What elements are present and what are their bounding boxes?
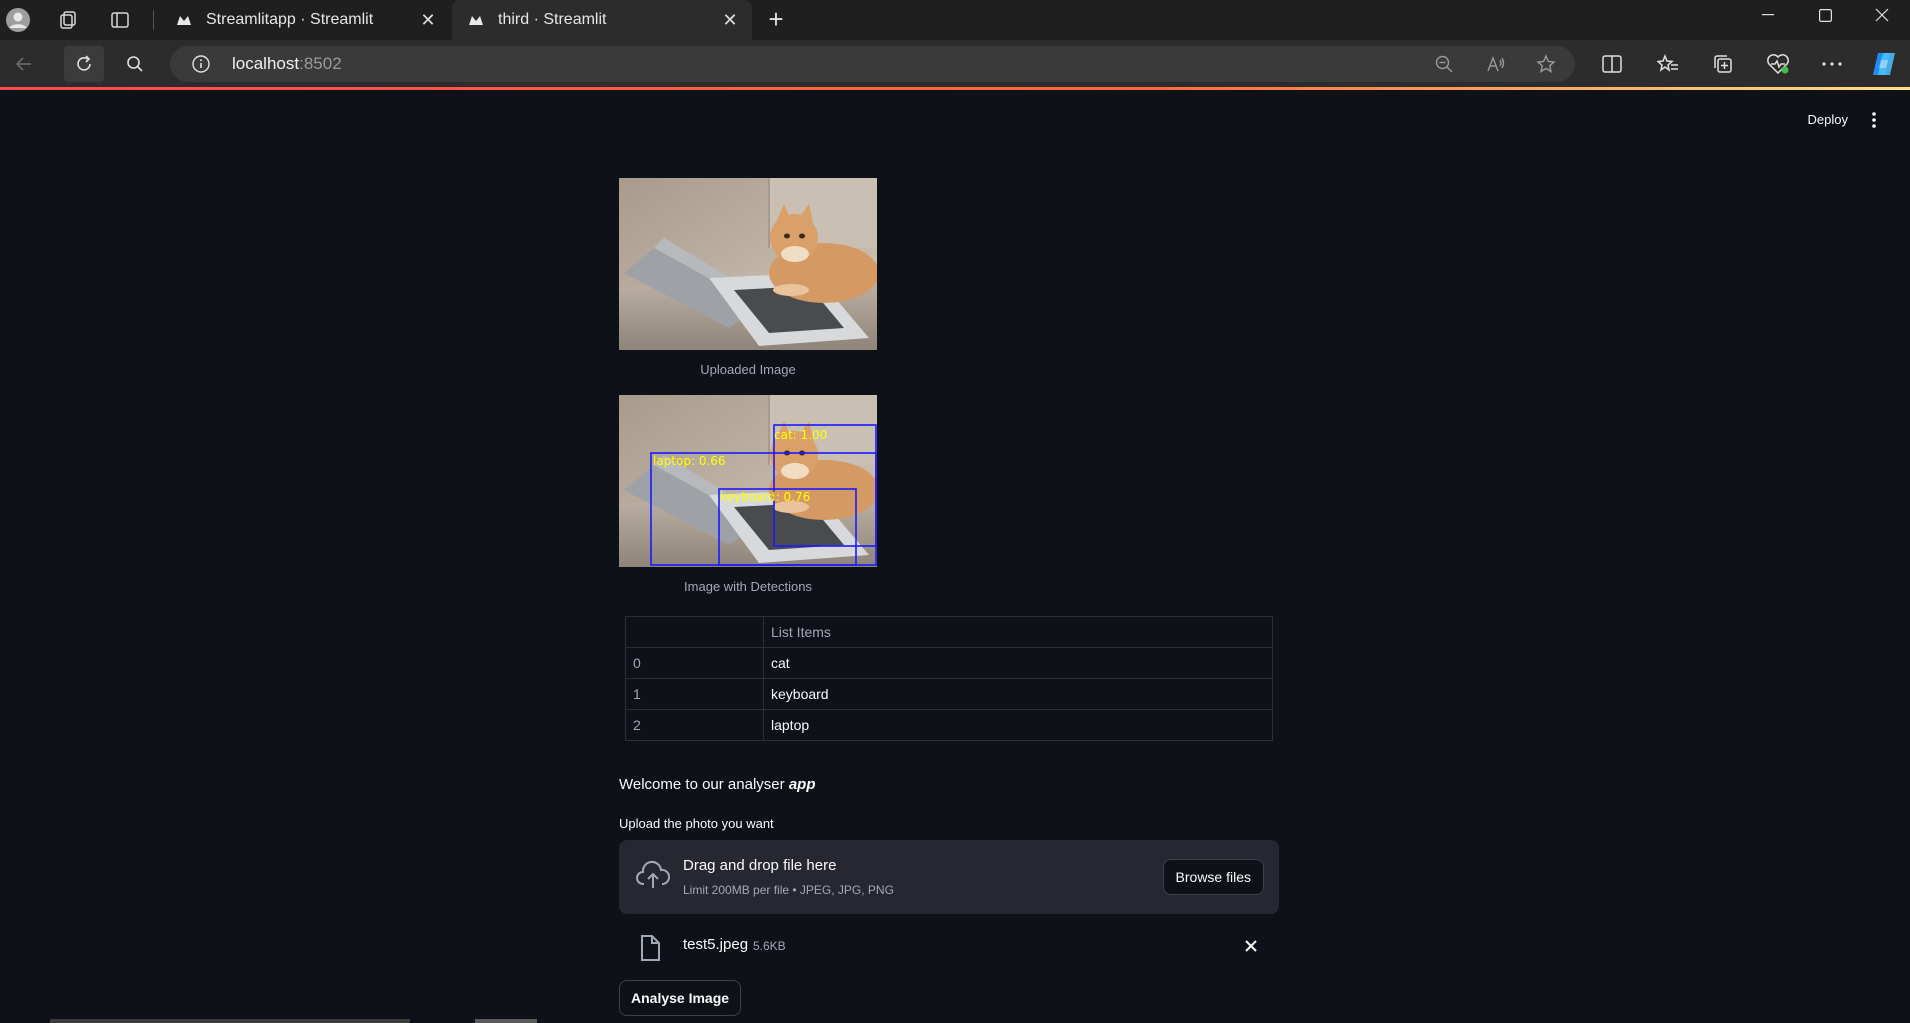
uploaded-image [619,178,877,350]
table-header-row: List Items [625,616,1273,648]
new-tab-button[interactable]: + [762,6,790,34]
browser-toolbar: localhost:8502 [0,40,1910,88]
table-index-cell: 0 [625,647,764,679]
table-row: 1 keyboard [625,678,1273,710]
tab-actions-icon[interactable] [106,6,134,34]
zoom-out-icon[interactable] [1434,54,1454,74]
streamlit-favicon-icon [468,12,484,28]
browser-tab-bar: Streamlitapp · Streamlit ✕ third · Strea… [0,0,1910,40]
table-index-cell: 1 [625,678,764,710]
horizontal-scrollbar-thumb[interactable] [475,1019,537,1023]
refresh-icon[interactable] [64,46,104,82]
cloud-upload-icon [636,861,671,888]
table-row: 0 cat [625,647,1273,679]
tab-title: third · Streamlit [498,11,607,28]
favorite-star-icon[interactable] [1536,54,1556,74]
url-text: localhost:8502 [232,54,342,74]
copilot-icon[interactable] [1870,50,1898,78]
detections-image-caption: Image with Detections [684,579,812,594]
close-tab-icon[interactable]: ✕ [718,8,742,32]
table-index-cell: 2 [625,709,764,741]
close-window-icon[interactable] [1854,0,1910,30]
tab-streamlitapp[interactable]: Streamlitapp · Streamlit ✕ [160,0,450,40]
profile-avatar-icon[interactable] [4,6,32,34]
browser-essentials-icon[interactable] [1766,52,1790,76]
detections-image-figure: cat: 1.00 laptop: 0.66 keyboard: 0.76 Im… [619,395,877,594]
search-icon[interactable] [119,48,151,80]
read-aloud-icon[interactable] [1486,54,1506,74]
site-info-icon[interactable] [192,55,210,73]
uploaded-file-item: test5.jpeg 5.6KB [619,930,1279,970]
table-value-cell[interactable]: laptop [763,709,1273,741]
tab-title: Streamlitapp · Streamlit [206,11,374,28]
uploaded-file-size: 5.6KB [753,939,786,953]
favorites-icon[interactable] [1656,52,1680,76]
streamlit-favicon-icon [176,12,192,28]
table-column-header[interactable]: List Items [763,616,1273,648]
detections-image: cat: 1.00 laptop: 0.66 keyboard: 0.76 [619,395,877,567]
analyse-image-button[interactable]: Analyse Image [619,980,742,1016]
file-dropzone[interactable]: Drag and drop file here Limit 200MB per … [619,840,1279,914]
remove-file-icon[interactable] [1243,938,1259,954]
welcome-prefix: Welcome to our analyser [619,776,789,793]
uploaded-image-caption: Uploaded Image [700,362,796,377]
collections-icon[interactable] [1711,52,1735,76]
more-menu-icon[interactable] [1820,52,1844,76]
uploaded-file-name: test5.jpeg [683,936,749,953]
uploaded-image-figure: Uploaded Image [619,178,877,377]
table-value-cell[interactable]: keyboard [763,678,1273,710]
welcome-text: Welcome to our analyser app [619,776,815,793]
horizontal-scrollbar[interactable] [50,1019,410,1023]
streamlit-app: Deploy Uploaded Image cat: 1.00 laptop: … [0,90,1910,1023]
deploy-button[interactable]: Deploy [1808,112,1848,127]
table-value-cell[interactable]: cat [763,647,1273,679]
close-tab-icon[interactable]: ✕ [416,8,440,32]
dropzone-limit-text: Limit 200MB per file • JPEG, JPG, PNG [683,883,894,897]
main-menu-icon[interactable] [1866,110,1882,130]
table-index-header [625,616,764,648]
file-uploader-label: Upload the photo you want [619,816,774,831]
welcome-emphasis: app [788,776,816,793]
tab-third[interactable]: third · Streamlit ✕ [452,0,752,40]
url-host: localhost [232,54,300,73]
split-screen-icon[interactable] [1600,52,1624,76]
dropzone-title: Drag and drop file here [683,857,837,874]
file-icon [641,935,660,961]
minimize-window-icon[interactable] [1740,0,1796,30]
bbox-label-keyboard: keyboard: 0.76 [720,490,810,504]
workspaces-icon[interactable] [54,6,82,34]
address-bar[interactable]: localhost:8502 [170,46,1575,82]
table-row: 2 laptop [625,709,1273,741]
bbox-label-cat: cat: 1.00 [774,428,827,442]
tab-divider [153,10,154,30]
browse-files-button[interactable]: Browse files [1162,859,1264,895]
detections-dataframe[interactable]: List Items 0 cat 1 keyboard 2 laptop [625,616,1273,741]
maximize-window-icon[interactable] [1797,0,1853,30]
back-icon[interactable] [8,48,40,80]
url-port: :8502 [299,54,342,73]
bbox-label-laptop: laptop: 0.66 [653,454,726,468]
